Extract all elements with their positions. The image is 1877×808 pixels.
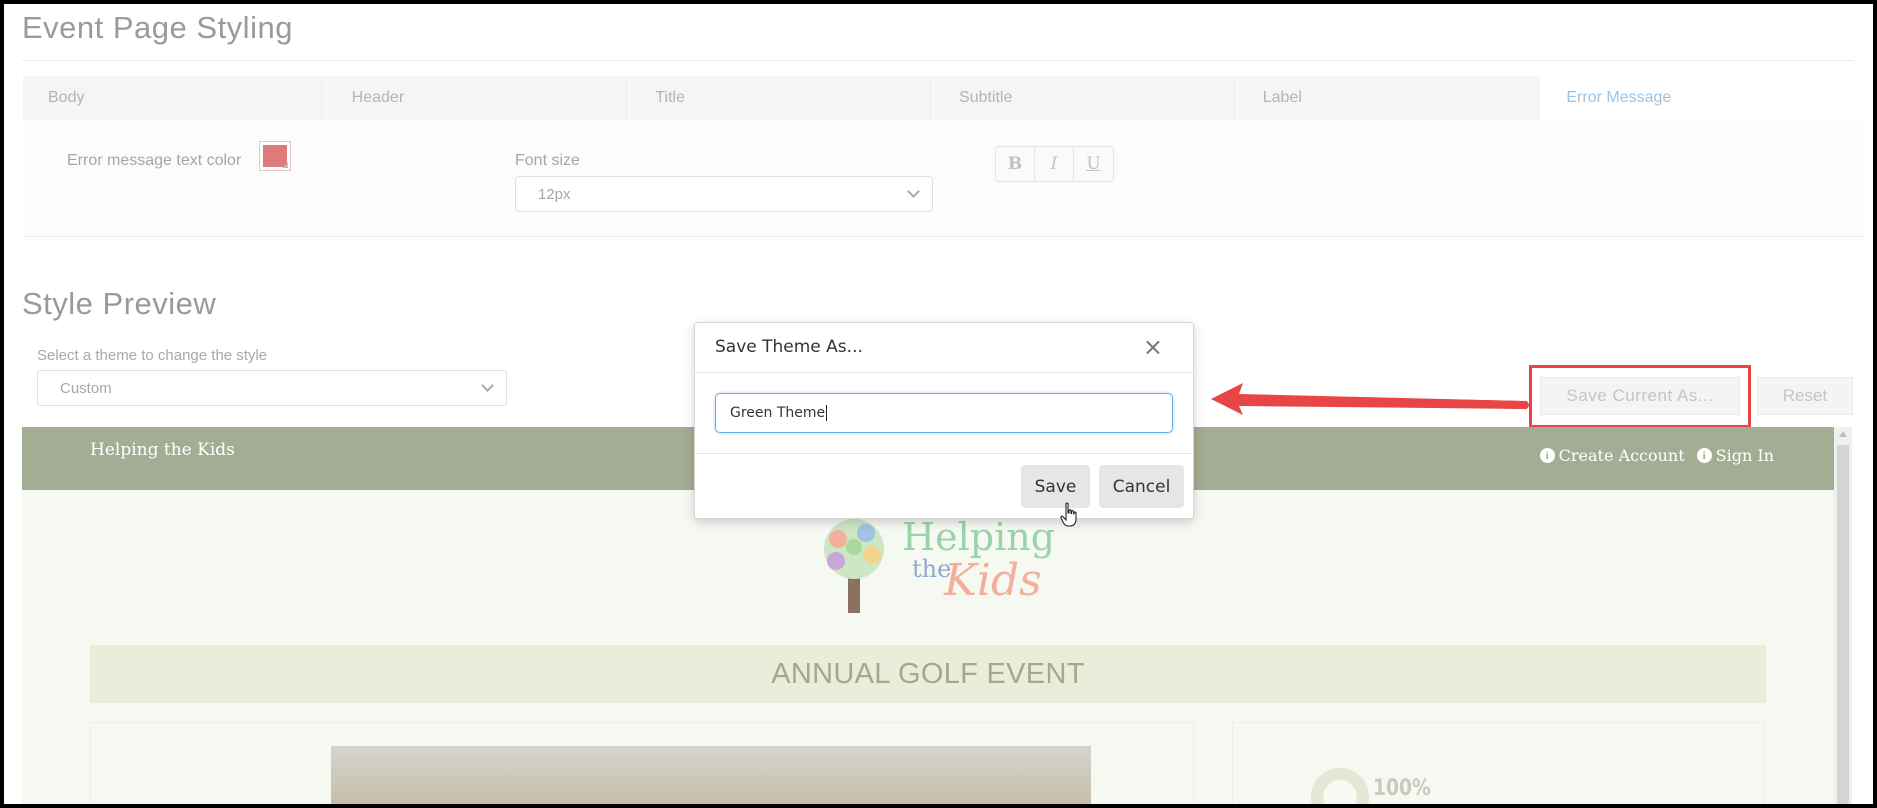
preview-nav: i Create Account i Sign In: [1539, 446, 1774, 465]
logo-helping-text: Helping: [902, 515, 1056, 559]
close-icon[interactable]: ×: [1143, 333, 1163, 361]
style-preview-title: Style Preview: [22, 286, 217, 321]
theme-select[interactable]: Custom: [37, 370, 507, 406]
text-format-group: B I U: [995, 146, 1114, 182]
tab-title[interactable]: Title: [630, 76, 935, 120]
progress-ring: [1311, 768, 1369, 804]
scrollbar-thumb[interactable]: [1837, 445, 1849, 804]
preview-brand: Helping the Kids: [90, 440, 235, 460]
preview-logo: Helping the Kids: [814, 515, 1056, 615]
annotation-highlight-box: [1529, 365, 1751, 428]
bold-button[interactable]: B: [996, 147, 1035, 181]
preview-sign-in-link[interactable]: i Sign In: [1696, 446, 1774, 465]
tab-subtitle[interactable]: Subtitle: [934, 76, 1238, 120]
title-divider: [22, 60, 1854, 61]
error-text-color-label: Error message text color: [67, 152, 242, 169]
logo-kids-text: Kids: [944, 555, 1042, 606]
style-tabs: Body Header Title Subtitle Label Error M…: [23, 76, 1846, 120]
theme-name-value: Green Theme: [730, 405, 826, 421]
error-text-color-picker[interactable]: [259, 141, 291, 171]
page-title: Event Page Styling: [22, 10, 293, 45]
info-icon: i: [1696, 448, 1712, 463]
font-size-select[interactable]: 12px: [515, 176, 933, 212]
color-picker-corner-icon: [282, 162, 288, 168]
dialog-title: Save Theme As...: [715, 337, 863, 357]
theme-name-input[interactable]: Green Theme: [715, 393, 1173, 433]
preview-image-card: [90, 722, 1194, 804]
theme-select-label: Select a theme to change the style: [37, 347, 268, 364]
scroll-up-arrow-icon[interactable]: [1839, 431, 1847, 437]
sign-in-label: Sign In: [1715, 446, 1774, 465]
tab-label[interactable]: Label: [1238, 76, 1542, 120]
theme-select-value: Custom: [60, 379, 112, 397]
save-button[interactable]: Save: [1021, 465, 1090, 508]
event-title: ANNUAL GOLF EVENT: [771, 657, 1085, 690]
chevron-down-icon: [907, 185, 920, 198]
dialog-footer-divider: [695, 453, 1193, 454]
event-title-band: ANNUAL GOLF EVENT: [90, 645, 1766, 703]
tab-header[interactable]: Header: [327, 76, 631, 120]
golf-course-photo: [331, 746, 1091, 804]
preview-scrollbar[interactable]: [1834, 427, 1852, 804]
hand-pointer-cursor-icon: [1060, 502, 1077, 527]
error-message-panel: Error message text color Font size 12px …: [23, 120, 1865, 237]
preview-create-account-link[interactable]: i Create Account: [1539, 446, 1685, 465]
progress-percent: 100%: [1373, 776, 1431, 801]
annotation-arrow-icon: [1211, 383, 1529, 415]
font-size-value: 12px: [538, 185, 571, 203]
underline-button[interactable]: U: [1074, 147, 1113, 181]
reset-button[interactable]: Reset: [1757, 377, 1853, 415]
preview-progress-card: 100%: [1232, 722, 1764, 804]
text-caret: [826, 405, 828, 421]
tree-hand-logo-icon: [824, 519, 884, 613]
cancel-button[interactable]: Cancel: [1099, 465, 1184, 508]
italic-button[interactable]: I: [1035, 147, 1074, 181]
chevron-down-icon: [481, 379, 494, 392]
font-size-label: Font size: [515, 152, 580, 169]
dialog-header: Save Theme As... ×: [695, 323, 1193, 373]
save-theme-dialog: Save Theme As... × Green Theme Save Canc…: [694, 322, 1194, 519]
screenshot-frame: Event Page Styling Body Header Title Sub…: [0, 0, 1877, 808]
tab-body[interactable]: Body: [23, 76, 327, 120]
create-account-label: Create Account: [1558, 446, 1685, 465]
info-icon: i: [1539, 448, 1555, 463]
tab-error-message[interactable]: Error Message: [1541, 76, 1846, 120]
